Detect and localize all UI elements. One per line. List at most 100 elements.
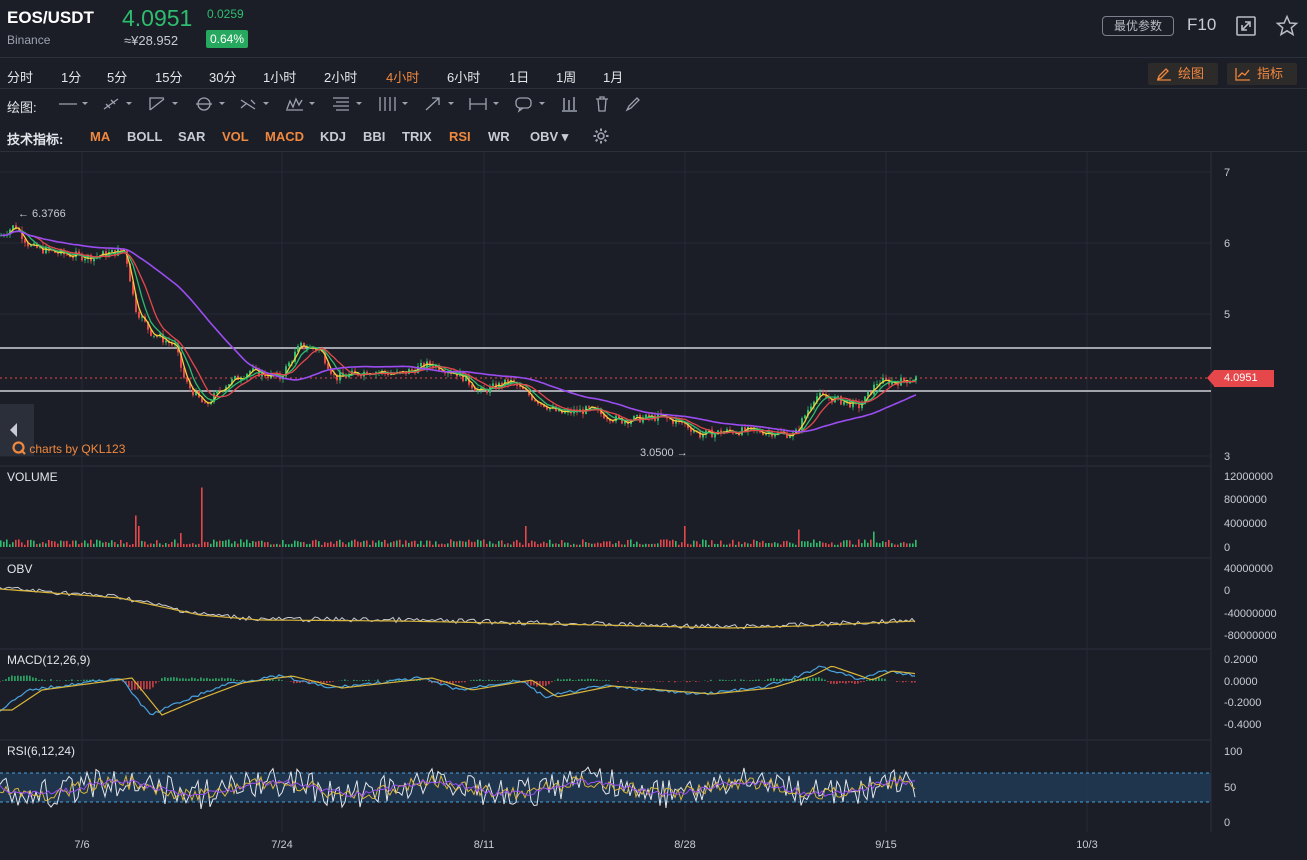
ma-fast-line	[1, 227, 917, 437]
volume-bar	[189, 543, 191, 547]
volume-bar	[366, 540, 368, 547]
volume-bar	[660, 539, 662, 547]
macd-histogram-bar	[758, 679, 760, 681]
volume-bar	[213, 539, 215, 547]
y-tick-label: 100	[1224, 746, 1242, 758]
volume-bar	[495, 544, 497, 547]
y-tick-label: -0.2000	[1224, 697, 1261, 709]
macd-histogram-bar	[41, 679, 43, 681]
macd-histogram-bar	[569, 678, 571, 681]
volume-bar	[522, 544, 524, 547]
macd-histogram-bar	[176, 677, 178, 681]
macd-histogram-bar	[158, 681, 160, 682]
volume-bar	[543, 541, 545, 547]
volume-bar	[351, 540, 353, 547]
volume-bar	[357, 541, 359, 547]
volume-bar	[450, 539, 452, 547]
volume-bar	[690, 544, 692, 547]
macd-histogram-bar	[734, 679, 736, 681]
macd-histogram-bar	[575, 680, 577, 681]
volume-bar	[861, 543, 863, 547]
macd-histogram-bar	[470, 680, 472, 681]
volume-bar	[345, 544, 347, 547]
volume-bar	[264, 542, 266, 547]
volume-bar	[318, 541, 320, 547]
candle-body	[360, 375, 362, 377]
macd-histogram-bar	[632, 681, 634, 682]
volume-bar	[540, 543, 542, 547]
volume-bar	[900, 542, 902, 547]
volume-bar	[753, 539, 755, 547]
volume-bar	[159, 543, 161, 547]
macd-histogram-bar	[14, 676, 16, 681]
macd-histogram-bar	[770, 678, 772, 681]
macd-histogram-bar	[197, 679, 199, 681]
macd-histogram-bar	[602, 680, 604, 681]
volume-bar	[642, 544, 644, 547]
volume-bar	[684, 526, 686, 547]
volume-bar	[702, 539, 704, 547]
volume-bar	[567, 542, 569, 547]
volume-bar	[822, 542, 824, 547]
macd-histogram-bar	[551, 681, 553, 683]
candle-body	[588, 406, 590, 408]
macd-histogram-bar	[293, 681, 295, 684]
volume-bar	[252, 540, 254, 547]
macd-histogram-bar	[206, 677, 208, 681]
macd-histogram-bar	[8, 676, 10, 681]
macd-histogram-bar	[599, 680, 601, 681]
macd-histogram-bar	[11, 675, 13, 681]
volume-bar	[447, 543, 449, 547]
volume-bar	[576, 544, 578, 547]
volume-bar	[852, 544, 854, 547]
macd-histogram-bar	[83, 679, 85, 681]
volume-bar	[840, 542, 842, 547]
volume-bar	[627, 539, 629, 547]
volume-bar	[621, 544, 623, 547]
macd-histogram-bar	[281, 680, 283, 681]
kline-chart[interactable]: ← 6.3766 3.0500 → 7 6 5 3 12000000 8000000 4000…	[0, 0, 1307, 860]
macd-histogram-bar	[578, 679, 580, 681]
macd-histogram-bar	[200, 677, 202, 681]
volume-bar	[711, 540, 713, 547]
volume-bar	[849, 540, 851, 547]
macd-histogram-bar	[50, 679, 52, 681]
macd-histogram-bar	[191, 677, 193, 681]
volume-bar	[243, 542, 245, 547]
candle-body	[840, 396, 842, 405]
macd-histogram-bar	[749, 680, 751, 681]
macd-histogram-bar	[491, 679, 493, 681]
volume-bar	[807, 541, 809, 547]
macd-histogram-bar	[542, 681, 544, 686]
volume-bar	[195, 544, 197, 547]
macd-histogram-bar	[674, 681, 676, 683]
volume-bar	[279, 544, 281, 547]
macd-histogram-bar	[824, 679, 826, 681]
macd-histogram-bar	[506, 680, 508, 681]
volume-bar	[51, 540, 53, 547]
volume-bar	[228, 539, 230, 547]
volume-bar	[738, 541, 740, 547]
volume-bar	[624, 544, 626, 547]
volume-bar	[18, 539, 20, 547]
candle-body	[750, 426, 752, 428]
volume-bar	[72, 540, 74, 547]
volume-bar	[162, 544, 164, 547]
volume-bar	[750, 543, 752, 547]
volume-bar	[405, 540, 407, 547]
volume-bar	[723, 544, 725, 547]
volume-bar	[768, 542, 770, 547]
volume-bar	[249, 543, 251, 547]
volume-bar	[138, 526, 140, 547]
volume-bar	[114, 542, 116, 547]
volume-bar	[12, 542, 14, 547]
volume-bar	[123, 543, 125, 547]
macd-histogram-bar	[710, 679, 712, 681]
volume-bar	[912, 543, 914, 547]
macd-histogram-bar	[752, 680, 754, 681]
macd-histogram-bar	[914, 681, 916, 683]
volume-bar	[804, 541, 806, 547]
macd-histogram-bar	[842, 681, 844, 683]
volume-bar	[54, 541, 56, 547]
volume-bar	[528, 543, 530, 547]
